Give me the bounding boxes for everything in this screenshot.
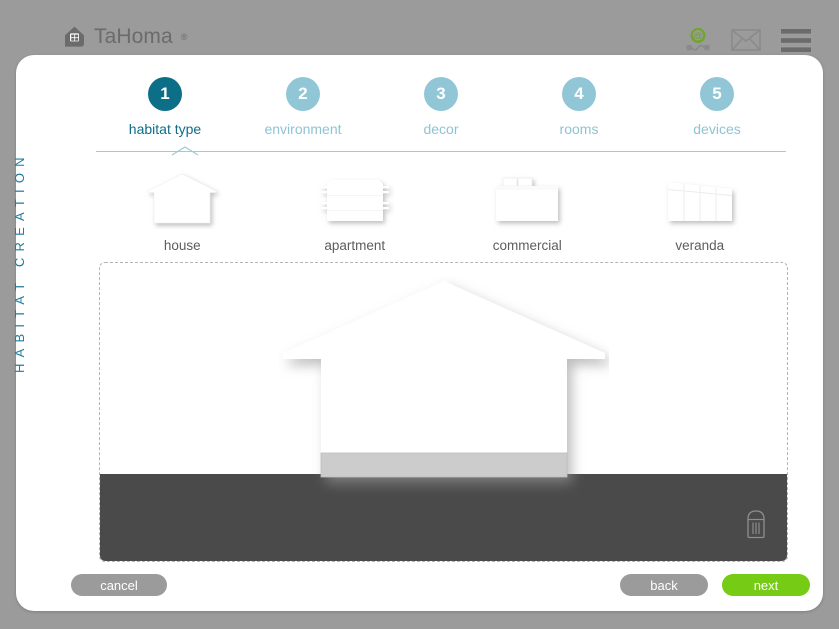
step-number-badge: 4: [562, 77, 596, 111]
step-label: devices: [693, 121, 741, 137]
top-bar: TaHoma ® @: [0, 0, 839, 62]
habitat-canvas[interactable]: [99, 262, 788, 562]
step-label: habitat type: [128, 121, 202, 137]
cancel-button[interactable]: cancel: [71, 574, 167, 596]
habitat-option-label: veranda: [675, 238, 725, 253]
habitat-creation-screen: TaHoma ® @ HABITAT CREATION 1 habitat ty…: [0, 0, 839, 629]
brand-logo: TaHoma ®: [62, 24, 187, 49]
step-divider: [96, 151, 786, 152]
step-number-badge: 2: [286, 77, 320, 111]
back-button[interactable]: back: [620, 574, 708, 596]
habitat-type-options: house apartment commercial veranda: [96, 163, 786, 253]
mail-envelope-icon[interactable]: [731, 28, 761, 57]
step-label: decor: [423, 121, 459, 137]
step-number-badge: 1: [148, 77, 182, 111]
trash-bin-icon[interactable]: [745, 509, 767, 544]
step-label: rooms: [559, 121, 599, 137]
step-navigation: 1 habitat type 2 environment 3 decor 4 r…: [96, 77, 786, 157]
commercial-thumb-icon: [487, 169, 567, 229]
step-label: environment: [264, 121, 342, 137]
house-logo-icon: [62, 24, 87, 49]
step-environment[interactable]: 2 environment: [234, 77, 372, 157]
step-decor[interactable]: 3 decor: [372, 77, 510, 157]
step-devices[interactable]: 5 devices: [648, 77, 786, 157]
step-number-badge: 3: [424, 77, 458, 111]
habitat-option-label: apartment: [324, 238, 386, 253]
page-title: HABITAT CREATION: [12, 151, 27, 373]
house-thumb-icon: [142, 169, 222, 229]
top-bar-icons: @: [685, 27, 811, 58]
habitat-option-veranda[interactable]: veranda: [614, 163, 787, 253]
hamburger-menu-icon[interactable]: [781, 28, 811, 57]
brand-name: TaHoma: [94, 25, 173, 48]
veranda-thumb-icon: [660, 169, 740, 229]
main-panel: HABITAT CREATION 1 habitat type 2 enviro…: [12, 55, 823, 611]
habitat-option-apartment[interactable]: apartment: [269, 163, 442, 253]
next-button[interactable]: next: [722, 574, 810, 596]
step-habitat-type[interactable]: 1 habitat type: [96, 77, 234, 157]
habitat-option-label: house: [163, 238, 201, 253]
apartment-thumb-icon: [315, 169, 395, 229]
habitat-option-label: commercial: [492, 238, 562, 253]
brand-registered-mark: ®: [180, 31, 188, 42]
svg-text:@: @: [693, 30, 703, 42]
at-connection-icon[interactable]: @: [685, 27, 711, 58]
active-step-caret-icon: [171, 143, 199, 156]
step-number-badge: 5: [700, 77, 734, 111]
habitat-option-house[interactable]: house: [96, 163, 269, 253]
step-rooms[interactable]: 4 rooms: [510, 77, 648, 157]
selected-house-shape[interactable]: [279, 277, 609, 512]
habitat-option-commercial[interactable]: commercial: [441, 163, 614, 253]
